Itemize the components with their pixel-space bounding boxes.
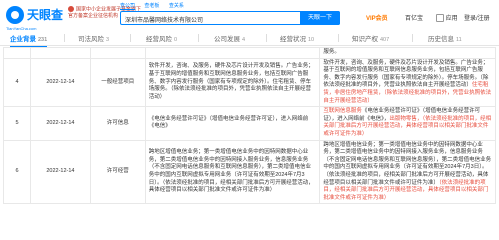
changed-text: 互联网信息服务 [323, 108, 362, 115]
logo-icon [6, 6, 24, 24]
nav-apps-label: 应用 [445, 16, 458, 22]
unchanged-text: 软件开发，咨询、及服务，硬件及芯片设计开发及销售。广告业务；基于互联网的增值服务… [323, 59, 489, 89]
row-change-type [89, 47, 146, 59]
row-index: 6 [3, 139, 31, 205]
tab-company[interactable]: 查公司 [120, 3, 136, 10]
search-box[interactable]: 深圳市品馨网络技术有限公司 天眼一下 [120, 11, 340, 25]
nav-apps[interactable]: 应用 [436, 13, 458, 23]
row-change-type: 许可经营 [89, 139, 146, 205]
tab-company-development[interactable]: 公司发展 4 [214, 33, 245, 43]
tab-business-risk[interactable]: 经营风险 0 [146, 33, 177, 43]
vip-link[interactable]: VIP会员 [366, 13, 388, 22]
row-index: 4 [3, 57, 31, 108]
tab-company-background[interactable]: 企业背景 231 [10, 33, 48, 47]
row-before-content: 《电信业务经营许可证》（增值电信业务经营许可证），进入网络前《电信》 [144, 106, 321, 141]
row-before-content: 跨地区增值电信业务；第一类增值电信业务中的因特网数据中心业务，第二类增值电信业务… [144, 139, 321, 205]
tab-boss[interactable]: 查老板 [144, 3, 159, 9]
seal-icon [68, 6, 74, 12]
row-change-type: 许可信息 [89, 106, 146, 141]
row-after-content: 跨地区增值电信业务；第一类增值电信业务中的因特网数据中心业务，第二类增值电信业务… [319, 139, 496, 205]
tab-count: 0 [174, 37, 178, 43]
tab-label: 知识产权 [352, 36, 378, 43]
tab-count: 231 [38, 37, 48, 43]
divider [130, 34, 131, 42]
row-date: 2022-12-14 [29, 139, 91, 205]
tab-legal-risk[interactable]: 司法风险 3 [78, 33, 109, 43]
tab-label: 经营风险 [146, 36, 172, 43]
divider [412, 34, 413, 42]
divider [266, 34, 267, 42]
search-mode-tabs: 查公司 查老板 查关系 [120, 2, 192, 10]
row-index [3, 47, 31, 59]
nav-baiyi-label: 百亿宝 [405, 16, 424, 22]
logo[interactable]: 天眼查 TianYanCha.com [6, 4, 66, 32]
logo-text: 天眼查 [27, 8, 64, 22]
tab-label: 公司发展 [214, 36, 240, 43]
divider [64, 34, 65, 42]
row-index: 5 [3, 106, 31, 141]
tab-label: 历史信息 [428, 36, 454, 43]
tab-count: 407 [380, 37, 390, 43]
change-records-table: 服务。 4 2022-12-14 一般经营项目 软件开发，咨询、及服务，硬件及芯片设计开… [3, 47, 496, 205]
login-label: 登录/注册 [464, 16, 490, 22]
tab-intellectual-property[interactable]: 知识产权 407 [352, 33, 389, 43]
vip-label: VIP会员 [366, 16, 388, 22]
tab-count: 10 [308, 37, 315, 43]
row-change-type: 一般经营项目 [89, 57, 146, 108]
row-after-content: 软件开发，咨询、及服务，硬件及芯片设计开发及销售。广告业务；基于互联网的增值服务… [319, 57, 496, 108]
nav-baiyi[interactable]: 百亿宝 [405, 13, 423, 22]
row-before-content [144, 47, 321, 59]
search-button[interactable]: 天眼一下 [300, 11, 340, 25]
tab-count: 3 [106, 37, 110, 43]
cert-line-2: 官方备案企业征信机构 [68, 13, 119, 20]
divider [338, 34, 339, 42]
tab-label: 企业背景 [10, 36, 36, 43]
tab-operating-status[interactable]: 经营状况 10 [280, 33, 314, 43]
row-after-content: 服务。 [319, 47, 496, 59]
tab-relation[interactable]: 查关系 [169, 3, 184, 9]
section-nav: 企业背景 231 司法风险 3 经营风险 0 公司发展 4 经营状况 10 知识产权 407… [0, 30, 499, 47]
tab-count: 4 [242, 37, 246, 43]
table-row: 6 2022-12-14 许可经营 跨地区增值电信业务；第一类增值电信业务中的因特网数… [3, 139, 496, 205]
login-link[interactable]: 登录/注册 [464, 13, 490, 22]
tab-count: 11 [456, 37, 462, 43]
row-before-content: 软件开发，咨询、及服务，硬件及芯片设计开发及销售。广告业务；基于互联网的增值服务… [144, 57, 321, 108]
tab-label: 经营状况 [280, 36, 306, 43]
table-row: 服务。 [3, 47, 496, 59]
row-date: 2022-12-14 [29, 57, 91, 108]
changed-text: 出版物零售， [389, 115, 423, 122]
row-date [29, 47, 91, 59]
tab-history[interactable]: 历史信息 11 [428, 33, 462, 43]
search-input[interactable]: 深圳市品馨网络技术有限公司 [125, 15, 203, 24]
apps-icon [436, 14, 444, 23]
divider [198, 34, 199, 42]
tab-label: 司法风险 [78, 36, 104, 43]
unchanged-text: 服务。 [323, 49, 340, 55]
table-row: 5 2022-12-14 许可信息 《电信业务经营许可证》（增值电信业务经营许可证），… [3, 106, 496, 141]
table-row: 4 2022-12-14 一般经营项目 软件开发，咨询、及服务，硬件及芯片设计开发及销… [3, 57, 496, 108]
row-after-content: 互联网信息服务《电信业务经营许可证》（增值电信业务经营许可证），进入网络前《电信… [319, 106, 496, 141]
row-date: 2022-12-14 [29, 106, 91, 141]
